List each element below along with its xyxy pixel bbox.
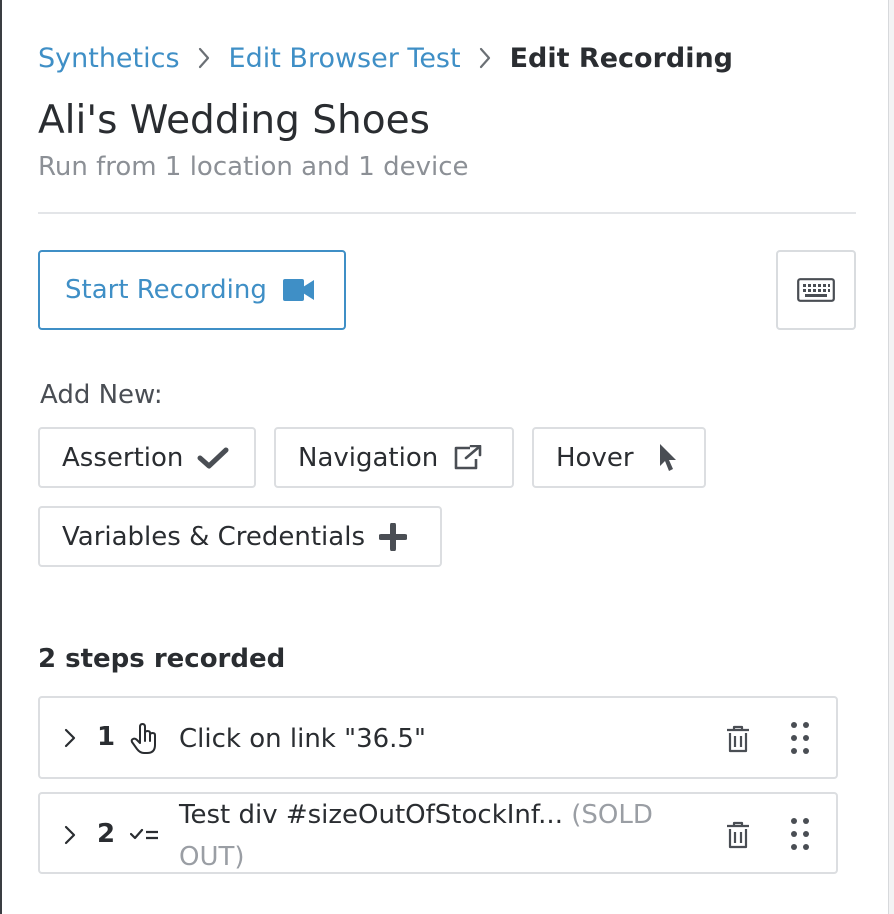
keyboard-icon	[797, 278, 835, 302]
page-title: Ali's Wedding Shoes	[38, 98, 430, 143]
chip-label: Assertion	[62, 442, 184, 473]
step-number: 2	[97, 819, 116, 849]
keyboard-shortcuts-button[interactable]	[776, 250, 856, 330]
drag-handle-icon[interactable]	[791, 818, 809, 850]
step-row[interactable]: 2 Test div #sizeOutOfStockInf... (SOLD O…	[38, 792, 838, 874]
chevron-right-icon	[479, 47, 491, 69]
step-description: Click on link "36.5"	[179, 724, 426, 754]
breadcrumb: Synthetics Edit Browser Test Edit Record…	[38, 38, 733, 78]
external-link-icon	[452, 444, 482, 471]
drag-handle-icon[interactable]	[791, 722, 809, 754]
chevron-right-icon[interactable]	[64, 825, 76, 845]
step-description: Test div #sizeOutOfStockInf...	[179, 800, 563, 830]
page-subtitle: Run from 1 location and 1 device	[38, 152, 469, 182]
chevron-right-icon[interactable]	[64, 728, 76, 748]
chevron-right-icon	[198, 47, 210, 69]
video-camera-icon	[282, 278, 314, 302]
add-assertion-button[interactable]: Assertion	[38, 427, 256, 488]
chip-label: Hover	[556, 442, 634, 473]
chip-label: Variables & Credentials	[62, 521, 365, 552]
assertion-equals-icon	[130, 827, 160, 843]
cursor-arrow-icon	[658, 443, 678, 473]
add-new-label: Add New:	[40, 380, 163, 410]
divider	[38, 212, 856, 214]
add-hover-button[interactable]: Hover	[532, 427, 706, 488]
start-recording-button[interactable]: Start Recording	[38, 250, 346, 330]
start-recording-label: Start Recording	[65, 275, 267, 305]
checkmark-icon	[197, 447, 229, 469]
breadcrumb-current: Edit Recording	[509, 42, 734, 74]
steps-count: 2 steps recorded	[38, 644, 286, 674]
panel-scrollbar-track[interactable]	[888, 0, 894, 914]
hand-pointer-icon	[130, 723, 160, 755]
step-description-block: Test div #sizeOutOfStockInf... (SOLD OUT…	[179, 794, 699, 878]
trash-icon[interactable]	[726, 725, 750, 753]
chip-label: Navigation	[298, 442, 439, 473]
step-row[interactable]: 1 Click on link "36.5"	[38, 696, 838, 779]
breadcrumb-link-edit-browser-test[interactable]: Edit Browser Test	[229, 43, 461, 74]
window-left-border	[0, 0, 2, 914]
add-navigation-button[interactable]: Navigation	[274, 427, 514, 488]
plus-icon	[379, 522, 407, 551]
breadcrumb-link-synthetics[interactable]: Synthetics	[38, 43, 180, 74]
step-number: 1	[97, 722, 116, 752]
trash-icon[interactable]	[726, 821, 750, 849]
add-variables-credentials-button[interactable]: Variables & Credentials	[38, 506, 442, 567]
